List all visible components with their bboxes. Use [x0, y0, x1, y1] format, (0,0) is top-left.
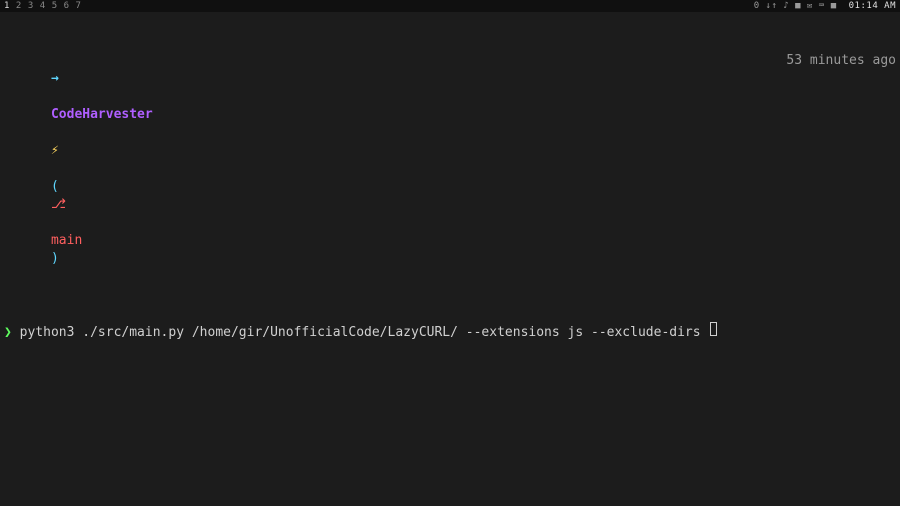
workspace-list: 1 2 3 4 5 6 7	[4, 0, 81, 12]
workspace-1[interactable]: 1	[4, 0, 10, 12]
statusbar: 1 2 3 4 5 6 7 0 ↓↑ ♪ ■ ✉ ⌨ ■ 01:14 AM	[0, 0, 900, 12]
tray-icons: 0 ↓↑ ♪ ■ ✉ ⌨	[754, 0, 825, 12]
paren-close: )	[51, 251, 59, 266]
workspace-3[interactable]: 3	[28, 0, 34, 12]
prompt-line-1: → CodeHarvester ⚡ ( ⎇ main ) 53 minutes …	[4, 52, 896, 286]
clock: 01:14 AM	[849, 0, 896, 12]
tray-text: 0 ↓↑ ♪ ■ ✉ ⌨	[754, 0, 825, 12]
cursor	[710, 322, 717, 336]
workspace-2[interactable]: 2	[16, 0, 22, 12]
prompt-line-2: ❯ python3 ./src/main.py /home/gir/Unoffi…	[4, 322, 896, 342]
workspace-6[interactable]: 6	[64, 0, 70, 12]
statusbar-right: 0 ↓↑ ♪ ■ ✉ ⌨ ■ 01:14 AM	[754, 0, 896, 12]
right-prompt-time: 53 minutes ago	[786, 52, 896, 70]
battery-icon: ■	[831, 0, 837, 12]
command-input[interactable]: python3 ./src/main.py /home/gir/Unoffici…	[20, 324, 709, 342]
workspace-7[interactable]: 7	[76, 0, 82, 12]
git-branch: main	[51, 233, 82, 248]
cwd: CodeHarvester	[51, 107, 153, 122]
secondary-prompt-icon: ❯	[4, 324, 12, 342]
prompt-arrow-icon: →	[51, 71, 59, 86]
lightning-icon: ⚡	[51, 143, 59, 158]
terminal[interactable]: → CodeHarvester ⚡ ( ⎇ main ) 53 minutes …	[0, 14, 900, 506]
paren-open: (	[51, 179, 59, 194]
workspace-4[interactable]: 4	[40, 0, 46, 12]
git-branch-icon: ⎇	[51, 197, 66, 212]
workspace-5[interactable]: 5	[52, 0, 58, 12]
